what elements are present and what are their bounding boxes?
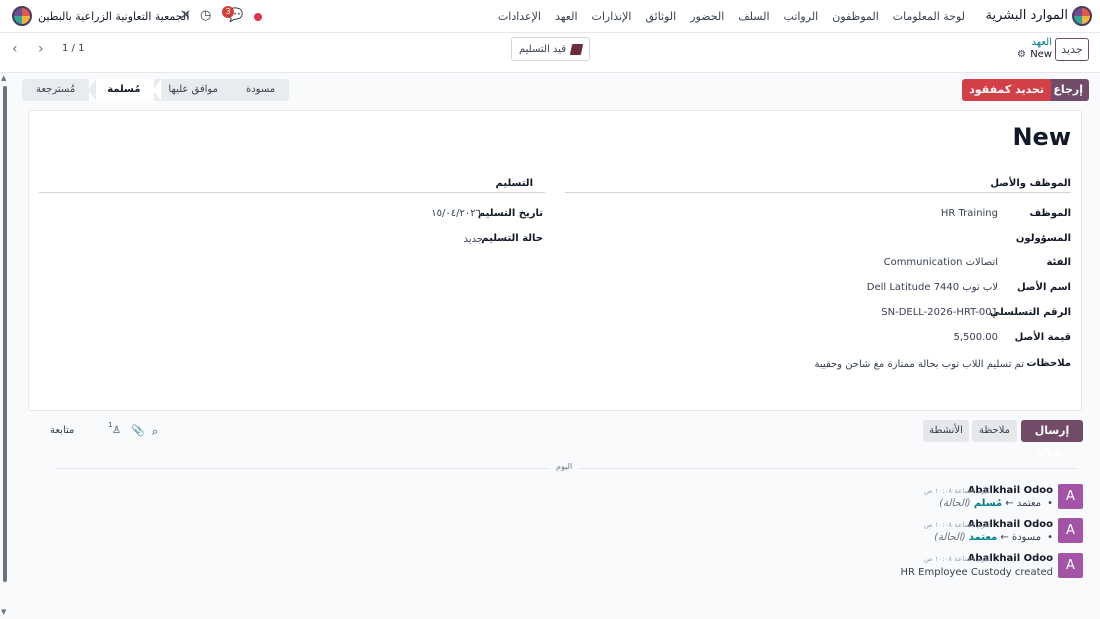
send-message-button[interactable]: إرسال رسالة — [1021, 420, 1083, 459]
scrollbar-thumb[interactable] — [3, 86, 7, 582]
form-sheet: New الموظف والأصل التسليم الموظف HR Trai… — [28, 110, 1082, 411]
gear-icon[interactable]: ⚙ — [1017, 49, 1026, 60]
status-bar: مسودة موافق عليها مُسلمة مُسترجعة — [22, 79, 290, 101]
message-time: اليوم الساعة ١٠:٠٨ ص — [924, 555, 992, 563]
group-employee-asset-title: الموظف والأصل — [565, 178, 1071, 193]
stage-delivered[interactable]: مُسلمة — [88, 79, 162, 101]
serial-number-label: الرقم التسلسلي — [989, 307, 1071, 318]
tracking-new-value: معتمد — [968, 532, 998, 543]
activities-button[interactable]: الأنشطة — [923, 420, 969, 442]
notes-label: ملاحظات — [1026, 358, 1071, 369]
menu-item-employees[interactable]: الموظفون — [832, 10, 879, 23]
message-time: اليوم الساعة ١٠:٠٨ ص — [924, 521, 992, 529]
category-label: الفئة — [1046, 257, 1071, 268]
menu-item-attendance[interactable]: الحضور — [690, 10, 724, 23]
asset-name-label: اسم الأصل — [1016, 282, 1071, 293]
main-menu: لوحة المعلومات الموظفون الرواتب السلف ال… — [498, 10, 965, 23]
stage-returned[interactable]: مُسترجعة — [22, 79, 89, 101]
breadcrumb-parent[interactable]: العهد — [1031, 37, 1052, 48]
clock-icon[interactable]: ◷ — [200, 9, 211, 23]
menu-item-dashboard[interactable]: لوحة المعلومات — [893, 10, 965, 23]
pager-value[interactable]: 1 / 1 — [62, 43, 84, 54]
company-avatar[interactable] — [12, 6, 32, 26]
message-body: HR Employee Custody created — [900, 567, 1053, 578]
notes-value[interactable]: تم تسليم اللاب توب بحالة ممتازة مع شاحن … — [815, 359, 1024, 370]
delivery-status-label: حالة التسليم — [481, 233, 543, 244]
breadcrumb-current: New — [1030, 49, 1052, 60]
message-avatar[interactable]: A — [1058, 484, 1083, 509]
tracking-old-value: مسودة — [1011, 532, 1042, 543]
stage-approved[interactable]: موافق عليها — [154, 79, 232, 101]
app-logo-icon[interactable] — [1072, 6, 1092, 26]
message-time: اليوم الساعة ١٠:٠٨ ص — [924, 487, 992, 495]
tracking-new-value: مُسلم — [973, 498, 1003, 509]
tracking-field-name: (الحالة) — [939, 498, 971, 509]
group-delivery-title: التسليم — [39, 178, 545, 193]
status-dot-icon[interactable] — [254, 13, 262, 21]
tracking-field-name: (الحالة) — [934, 532, 966, 543]
menu-item-settings[interactable]: الإعدادات — [498, 10, 541, 23]
new-button[interactable]: جديد — [1055, 38, 1089, 61]
bullet-icon: • — [1047, 498, 1053, 509]
top-navbar: الموارد البشرية لوحة المعلومات الموظفون … — [0, 0, 1100, 33]
debug-tools-icon[interactable]: ✕ — [180, 9, 191, 23]
menu-item-custody[interactable]: العهد — [555, 10, 578, 23]
pager-previous-icon[interactable]: ‹ — [12, 41, 18, 57]
book-icon — [569, 43, 584, 55]
menu-item-warnings[interactable]: الإنذارات — [592, 10, 632, 23]
followers-icon[interactable]: ♙ — [112, 425, 121, 436]
search-icon[interactable]: ⌕ — [152, 425, 158, 439]
asset-name-value[interactable]: Dell Latitude 7440 لاب توب — [867, 282, 998, 293]
asset-value-value[interactable]: 5,500.00 — [953, 332, 998, 343]
mark-lost-button[interactable]: تحديد كمفقود — [962, 79, 1051, 101]
chat-badge: 3 — [222, 6, 234, 18]
stage-draft[interactable]: مسودة — [232, 79, 289, 101]
follow-button[interactable]: متابعة — [50, 425, 74, 436]
message-avatar[interactable]: A — [1058, 518, 1083, 543]
message-tracking: •مسودة ← معتمد (الحالة) — [934, 532, 1053, 543]
employee-label: الموظف — [1029, 208, 1071, 219]
tracking-old-value: معتمد — [1016, 498, 1042, 509]
scroll-up-icon[interactable]: ▲ — [1, 74, 6, 82]
app-name[interactable]: الموارد البشرية — [986, 8, 1068, 23]
return-button[interactable]: إرجاع — [1047, 79, 1089, 101]
paperclip-icon[interactable]: 📎 — [131, 424, 145, 437]
managers-label: المسؤولون — [1015, 233, 1071, 244]
record-title[interactable]: New — [1012, 123, 1071, 151]
company-name[interactable]: الجمعية التعاونية الزراعية بالبطين — [38, 10, 189, 23]
date-separator-label: اليوم — [550, 462, 579, 471]
message-tracking: •معتمد ← مُسلم (الحالة) — [939, 498, 1053, 509]
control-panel: جديد العهد New ⚙ قيد التسليم ‹ › 1 / 1 — [0, 33, 1100, 73]
menu-item-documents[interactable]: الوثائق — [645, 10, 676, 23]
receipt-button[interactable]: قيد التسليم — [511, 37, 590, 61]
pager-next-icon[interactable]: › — [38, 41, 44, 57]
delivery-status-value[interactable]: جديد — [464, 234, 483, 245]
category-value[interactable]: Communication اتصالات — [884, 257, 998, 268]
delivery-date-value[interactable]: ١٥/٠٤/٢٠٢٦ — [431, 208, 481, 219]
log-note-button[interactable]: ملاحظة — [972, 420, 1017, 442]
serial-number-value[interactable]: SN-DELL-2026-HRT-001 — [881, 307, 998, 318]
menu-item-payroll[interactable]: الرواتب — [784, 10, 819, 23]
message-avatar[interactable]: A — [1058, 553, 1083, 578]
asset-value-label: قيمة الأصل — [1014, 332, 1071, 343]
bullet-icon: • — [1047, 532, 1053, 543]
followers-count: 1 — [108, 421, 113, 429]
employee-value[interactable]: HR Training — [941, 208, 998, 219]
receipt-label: قيد التسليم — [519, 43, 566, 55]
scroll-down-icon[interactable]: ▼ — [1, 608, 6, 616]
menu-item-advances[interactable]: السلف — [738, 10, 769, 23]
delivery-date-label: تاريخ التسليم — [477, 208, 543, 219]
